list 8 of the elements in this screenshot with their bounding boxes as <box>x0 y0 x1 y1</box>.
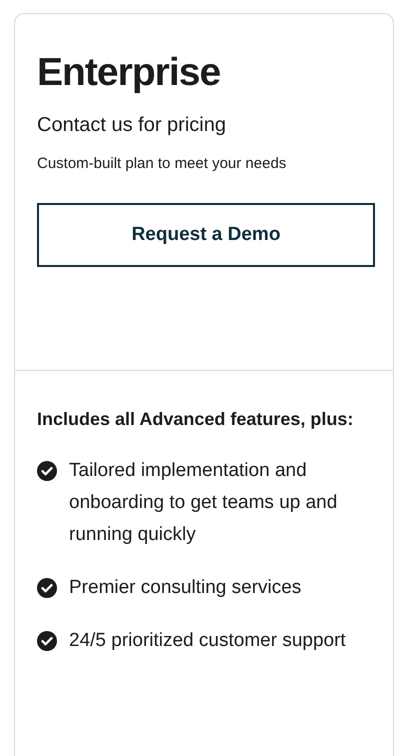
feature-text: Premier consulting services <box>69 576 302 600</box>
feature-text: 24/5 prioritized customer support <box>69 629 347 653</box>
request-demo-button[interactable]: Request a Demo <box>37 203 375 267</box>
plan-name: Enterprise <box>37 50 222 96</box>
plan-price: Contact us for pricing <box>37 113 227 138</box>
plan-description: Custom-built plan to meet your needs <box>37 154 288 174</box>
features-heading: Includes all Advanced features, plus: <box>37 408 354 431</box>
feature-text: Tailored implementation and onboarding to get teams up and running quickly <box>69 459 338 547</box>
